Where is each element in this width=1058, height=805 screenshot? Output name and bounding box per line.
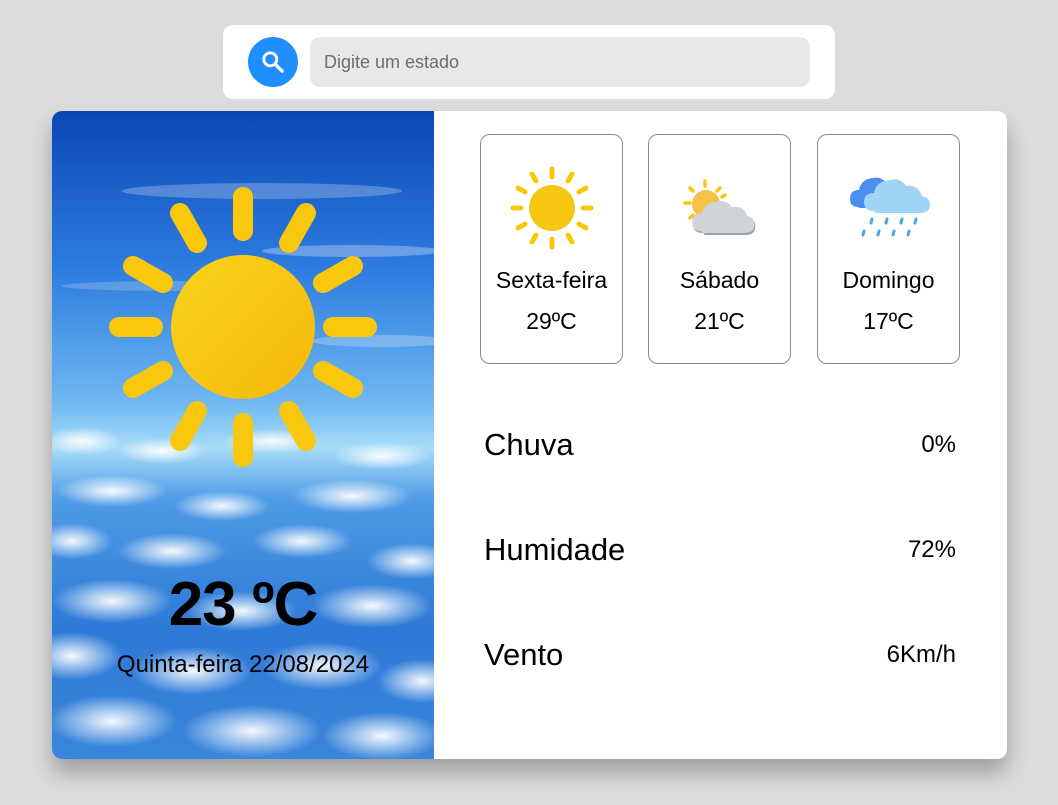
forecast-day: Domingo: [842, 267, 935, 293]
search-icon: [262, 51, 284, 73]
forecast-card-friday: Sexta-feira 29ºC: [480, 134, 623, 364]
search-button[interactable]: [248, 37, 298, 87]
search-bar: [223, 25, 835, 99]
stat-label: Chuva: [484, 427, 574, 462]
current-date: Quinta-feira 22/08/2024: [116, 651, 370, 678]
weather-card: 23 ºC Quinta-feira 22/08/2024 Sexta-feir…: [52, 111, 1007, 759]
partly-cloudy-icon: [683, 179, 756, 235]
forecast-day: Sexta-feira: [495, 267, 608, 293]
forecast-day: Sábado: [679, 267, 760, 293]
today-panel: 23 ºC Quinta-feira 22/08/2024: [52, 111, 434, 759]
stat-label: Humidade: [484, 532, 626, 567]
search-input[interactable]: [310, 37, 810, 87]
stat-wind: Vento 6Km/h: [484, 637, 956, 677]
stat-label: Vento: [484, 637, 564, 672]
stat-rain: Chuva 0%: [484, 427, 956, 467]
rain-cloud-icon: [850, 177, 931, 237]
sun-icon: [109, 187, 377, 467]
stat-value: 6Km/h: [886, 641, 956, 668]
forecast-card-sunday: Domingo 17ºC: [817, 134, 960, 364]
forecast-temperature: 17ºC: [863, 308, 914, 334]
stat-value: 72%: [907, 536, 956, 563]
forecast-temperature: 21ºC: [694, 308, 745, 334]
current-temperature: 23 ºC: [168, 570, 319, 639]
stat-humidity: Humidade 72%: [484, 532, 956, 572]
sun-icon: [510, 166, 594, 250]
forecast-temperature: 29ºC: [526, 308, 577, 334]
forecast-card-saturday: Sábado 21ºC: [648, 134, 791, 364]
stat-value: 0%: [921, 431, 956, 458]
